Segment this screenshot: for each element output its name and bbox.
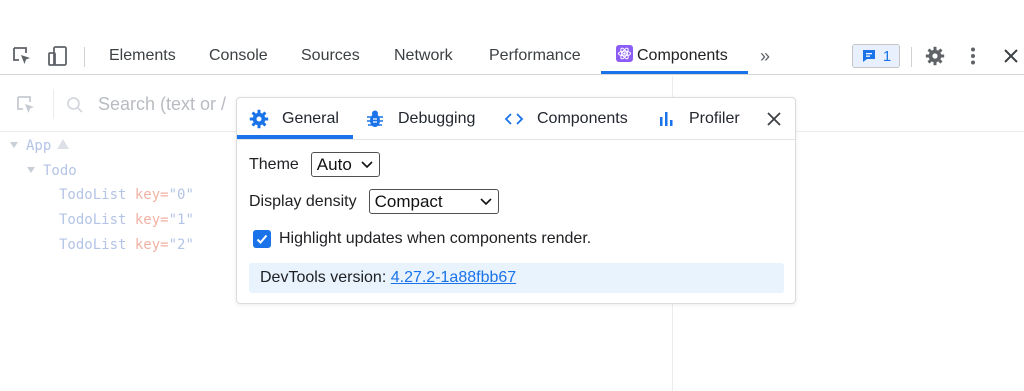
highlight-updates-checkbox[interactable] <box>253 230 271 248</box>
tree-item-app[interactable]: App <box>10 136 70 156</box>
tab-components-label: Components <box>637 47 728 64</box>
settings-tabs: General Debugging Components Profiler <box>237 98 795 140</box>
more-options-icon[interactable] <box>962 38 984 74</box>
tab-components[interactable]: Components <box>616 38 728 74</box>
tab-profiler[interactable]: Profiler <box>655 98 740 140</box>
message-icon <box>862 50 875 62</box>
version-link[interactable]: 4.27.2-1a88fbb67 <box>391 269 516 286</box>
tab-elements[interactable]: Elements <box>109 38 176 74</box>
tab-network[interactable]: Network <box>394 38 453 74</box>
chevron-down-icon <box>480 197 492 205</box>
close-devtools-icon[interactable] <box>1000 38 1022 74</box>
tab-general[interactable]: General <box>248 98 339 140</box>
tree-item-todo[interactable]: Todo <box>27 161 77 181</box>
close-settings-icon[interactable] <box>764 109 784 129</box>
tab-components-settings[interactable]: Components <box>503 98 628 140</box>
bug-icon <box>364 108 386 130</box>
toolbar-divider <box>53 89 54 119</box>
gear-icon <box>248 108 270 130</box>
devtools-tab-bar: Elements Console Sources Network Perform… <box>0 38 1024 75</box>
issues-count: 1 <box>882 47 892 65</box>
theme-row: Theme Auto <box>249 152 380 177</box>
toolbar-divider <box>911 47 912 67</box>
device-toolbar-icon[interactable] <box>44 38 72 74</box>
tab-debugging[interactable]: Debugging <box>364 98 475 140</box>
select-element-icon[interactable] <box>14 93 38 122</box>
active-tab-indicator <box>601 71 748 74</box>
settings-dialog: General Debugging Components Profiler Th… <box>236 97 796 304</box>
settings-gear-icon[interactable] <box>922 38 948 74</box>
search-input[interactable]: Search (text or / <box>98 94 226 115</box>
density-row: Display density Compact <box>249 189 499 214</box>
code-brackets-icon <box>503 108 525 130</box>
tab-performance[interactable]: Performance <box>489 38 581 74</box>
settings-active-tab-indicator <box>237 135 353 139</box>
warning-icon <box>57 139 70 149</box>
expand-triangle-icon[interactable] <box>10 142 18 148</box>
expand-triangle-icon[interactable] <box>27 167 35 173</box>
issues-button[interactable]: 1 <box>852 44 900 68</box>
density-label: Display density <box>249 192 357 210</box>
bar-chart-icon <box>655 108 677 130</box>
highlight-updates-row: Highlight updates when components render… <box>253 230 591 248</box>
more-tabs-button[interactable]: » <box>760 38 770 74</box>
version-info: DevTools version: 4.27.2-1a88fbb67 <box>249 263 784 293</box>
theme-select[interactable]: Auto <box>310 152 380 177</box>
inspect-element-icon[interactable] <box>8 38 36 74</box>
tree-item-todolist[interactable]: TodoList key="2" <box>59 235 194 255</box>
react-logo-icon <box>616 45 633 62</box>
toolbar-divider <box>84 47 85 67</box>
tab-console[interactable]: Console <box>209 38 268 74</box>
version-label: DevTools version: <box>260 269 391 286</box>
tree-item-todolist[interactable]: TodoList key="0" <box>59 185 194 205</box>
tab-sources[interactable]: Sources <box>301 38 360 74</box>
theme-label: Theme <box>249 155 299 173</box>
tree-item-todolist[interactable]: TodoList key="1" <box>59 210 194 230</box>
search-icon <box>66 96 84 119</box>
density-select[interactable]: Compact <box>368 189 499 214</box>
highlight-updates-label: Highlight updates when components render… <box>279 230 592 247</box>
checkmark-icon <box>256 234 268 244</box>
chevron-down-icon <box>361 160 373 168</box>
